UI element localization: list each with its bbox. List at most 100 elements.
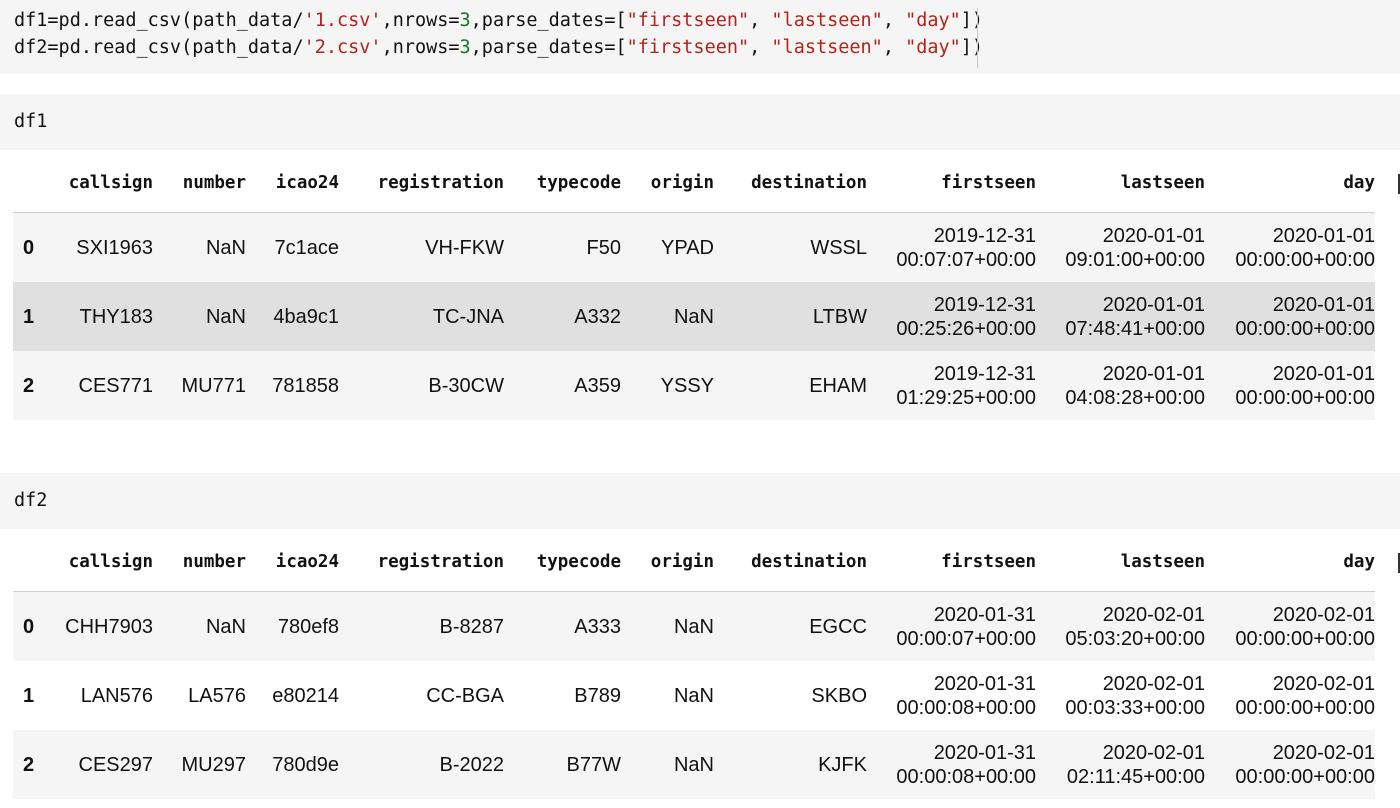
- table-row: 2 CES771 MU771 781858 B-30CW A359 YSSY EHAM 2019…: [13, 351, 1375, 420]
- cell-firstseen-time: 00:00:08+00:00: [896, 696, 1036, 719]
- cell-lastseen: 2020-01-01 07:48:41+00:00: [1036, 282, 1205, 351]
- row-index: 2: [13, 351, 43, 420]
- cell-lastseen-date: 2020-01-01: [1102, 362, 1205, 385]
- cell-lastseen: 2020-02-01 05:03:20+00:00: [1036, 591, 1205, 661]
- cell-day: 2020-02-01 00:00:00+00:00: [1205, 730, 1375, 799]
- cell-icao24: e80214: [272, 684, 339, 707]
- cell-lastseen-time: 05:03:20+00:00: [1065, 627, 1205, 650]
- cell-day-date: 2020-01-01: [1272, 224, 1375, 247]
- cell-lastseen-time: 09:01:00+00:00: [1065, 248, 1205, 271]
- cell-day-time: 00:00:00+00:00: [1235, 248, 1375, 271]
- code-cell[interactable]: df1=pd.read_csv(path_data/'1.csv',nrows=…: [0, 0, 1400, 74]
- cell-firstseen: 2019-12-31 00:07:07+00:00: [867, 212, 1036, 282]
- cell-origin: NaN: [621, 591, 714, 661]
- table-row: 1 LAN576 LA576 e80214 CC-BGA B789 NaN SKBO 2020-…: [13, 661, 1375, 730]
- cell-typecode: F50: [504, 212, 621, 282]
- cell-number: LA576: [188, 684, 246, 707]
- cell-destination: KJFK: [714, 730, 867, 799]
- table-row: 0 SXI1963 NaN 7c1ace VH-FKW F50 YPAD WSSL 2019-1…: [13, 212, 1375, 282]
- cell-lastseen-time: 00:03:33+00:00: [1065, 696, 1205, 719]
- column-header-origin: origin: [621, 533, 714, 592]
- dataframe-table-df2: callsign number icao24 registration typecode…: [13, 533, 1375, 799]
- code-line-1: df1=pd.read_csv(path_data/'1.csv',nrows=…: [14, 10, 984, 31]
- cell-registration: TC-JNA: [339, 282, 504, 351]
- cell-origin: NaN: [621, 730, 714, 799]
- code-line-2: df2=pd.read_csv(path_data/'2.csv',nrows=…: [14, 37, 984, 58]
- cell-typecode: B77W: [504, 730, 621, 799]
- cell-callsign: THY183: [43, 282, 153, 351]
- cell-firstseen: 2020-01-31 00:00:08+00:00: [867, 730, 1036, 799]
- cell-lastseen-date: 2020-02-01: [1102, 603, 1205, 626]
- column-header-number: number: [153, 154, 246, 213]
- cell-typecode: A359: [504, 351, 621, 420]
- column-header-destination: destination: [714, 154, 867, 213]
- cell-typecode: A332: [504, 282, 621, 351]
- cell-lastseen-date: 2020-01-01: [1102, 224, 1205, 247]
- cell-callsign: CES297: [43, 730, 153, 799]
- column-header-typecode: typecode: [504, 154, 621, 213]
- cell-firstseen: 2019-12-31 00:25:26+00:00: [867, 282, 1036, 351]
- cell-number: NaN: [153, 212, 246, 282]
- cell-day: 2020-01-01 00:00:00+00:00: [1205, 282, 1375, 351]
- column-header-destination: destination: [714, 533, 867, 592]
- index-header: [13, 154, 43, 213]
- cell-icao24: 780d9e: [246, 730, 339, 799]
- cell-icao24: 7c1ace: [246, 212, 339, 282]
- column-header-day: day: [1205, 154, 1375, 213]
- cell-firstseen-time: 01:29:25+00:00: [896, 386, 1036, 409]
- input-cell-df2[interactable]: df2: [0, 473, 1400, 529]
- cell-lastseen-time: 04:08:28+00:00: [1065, 386, 1205, 409]
- cell-icao24: 4ba9c1: [246, 282, 339, 351]
- cell-day-time: 00:00:00+00:00: [1235, 765, 1375, 788]
- cell-registration: B-30CW: [339, 351, 504, 420]
- cell-firstseen-date: 2019-12-31: [933, 224, 1036, 247]
- cell-registration: CC-BGA: [426, 684, 504, 707]
- column-header-icao24: icao24: [246, 533, 339, 592]
- row-index: 1: [13, 282, 43, 351]
- input-cell-df1[interactable]: df1: [0, 94, 1400, 150]
- cell-callsign: LAN576: [80, 684, 153, 707]
- column-header-icao24: icao24: [246, 154, 339, 213]
- table-row: 1 THY183 NaN 4ba9c1 TC-JNA A332 NaN LTBW 2019-12…: [13, 282, 1375, 351]
- cell-origin: YSSY: [621, 351, 714, 420]
- input-cell-df2-code: df2: [14, 490, 48, 511]
- cell-lastseen: 2020-01-01 09:01:00+00:00: [1036, 212, 1205, 282]
- cell-destination: SKBO: [811, 684, 867, 707]
- cell-day: 2020-02-01 00:00:00+00:00: [1205, 591, 1375, 661]
- cell-number: MU771: [153, 351, 246, 420]
- cell-number: NaN: [153, 282, 246, 351]
- cell-lastseen-date: 2020-02-01: [1102, 672, 1205, 695]
- column-header-firstseen: firstseen: [867, 533, 1036, 592]
- cell-destination: LTBW: [714, 282, 867, 351]
- cell-callsign: SXI1963: [43, 212, 153, 282]
- cell-lastseen-date: 2020-02-01: [1102, 741, 1205, 764]
- cell-day-date: 2020-01-01: [1272, 362, 1375, 385]
- cell-firstseen-time: 00:00:07+00:00: [896, 627, 1036, 650]
- cell-firstseen-time: 00:00:08+00:00: [896, 765, 1036, 788]
- cell-day-time: 00:00:00+00:00: [1235, 696, 1375, 719]
- cell-origin: NaN: [621, 282, 714, 351]
- dataframe-table-df1: callsign number icao24 registration typecode…: [13, 154, 1375, 420]
- cell-day: 2020-01-01 00:00:00+00:00: [1205, 351, 1375, 420]
- cell-lastseen: 2020-02-01 02:11:45+00:00: [1036, 730, 1205, 799]
- cell-day-date: 2020-01-01: [1272, 293, 1375, 316]
- cell-number: MU297: [153, 730, 246, 799]
- column-header-number: number: [153, 533, 246, 592]
- row-index: 1: [23, 684, 35, 707]
- column-header-lastseen: lastseen: [1036, 154, 1205, 213]
- column-header-day: day: [1205, 533, 1375, 592]
- row-index: 0: [13, 591, 43, 661]
- input-cell-df1-code: df1: [14, 111, 48, 132]
- cell-day-time: 00:00:00+00:00: [1235, 627, 1375, 650]
- cell-registration: VH-FKW: [339, 212, 504, 282]
- cell-origin: NaN: [673, 684, 714, 707]
- column-header-typecode: typecode: [504, 533, 621, 592]
- row-index: 2: [13, 730, 43, 799]
- column-header-origin: origin: [621, 154, 714, 213]
- cell-registration: B-2022: [339, 730, 504, 799]
- cell-day-date: 2020-02-01: [1272, 741, 1375, 764]
- cell-callsign: CHH7903: [43, 591, 153, 661]
- cell-day-time: 00:00:00+00:00: [1235, 386, 1375, 409]
- cell-day-time: 00:00:00+00:00: [1235, 317, 1375, 340]
- cell-firstseen: 2019-12-31 01:29:25+00:00: [867, 351, 1036, 420]
